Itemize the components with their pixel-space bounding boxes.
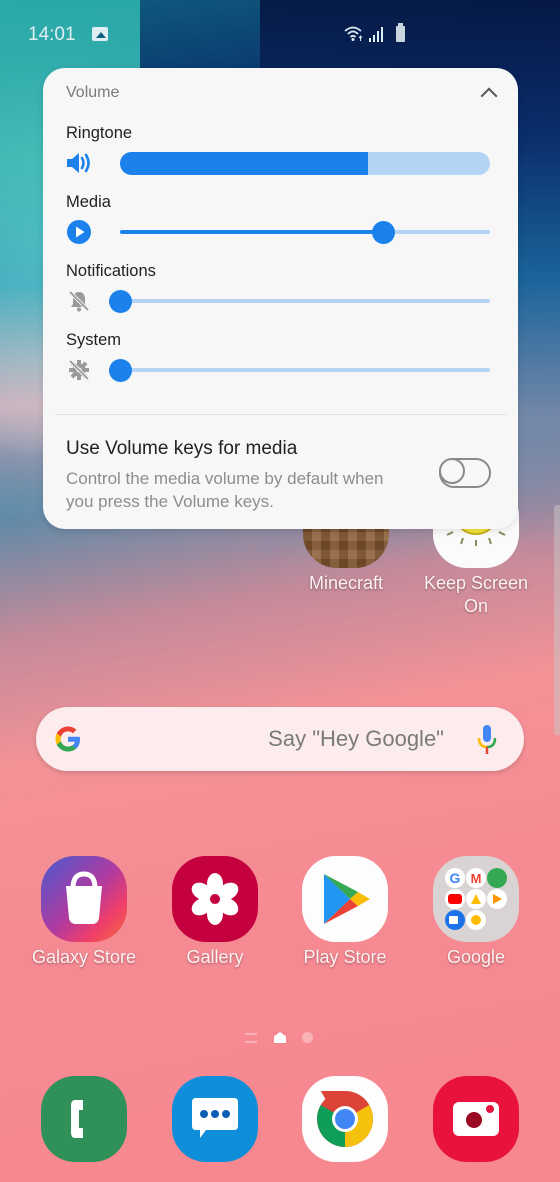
- image-notification-icon: [92, 27, 108, 41]
- play-circle-icon[interactable]: [65, 219, 93, 245]
- notifications-slider[interactable]: [109, 288, 490, 314]
- svg-text:G: G: [450, 870, 461, 886]
- home-page-icon[interactable]: [274, 1032, 286, 1043]
- volume-stream-system: System: [43, 331, 518, 397]
- status-bar: 14:01: [0, 0, 560, 70]
- slider-thumb[interactable]: [109, 359, 132, 382]
- volume-stream-media: Media: [43, 193, 518, 259]
- dock-camera[interactable]: [416, 1076, 536, 1162]
- stream-label: System: [66, 331, 122, 349]
- ringtone-slider[interactable]: [120, 150, 490, 176]
- volume-stream-ringtone: Ringtone: [43, 124, 518, 190]
- google-folder-icon: G M: [433, 856, 519, 942]
- edge-panel-handle[interactable]: [554, 505, 560, 735]
- volume-stream-notifications: Notifications: [43, 262, 518, 328]
- page-dot[interactable]: [302, 1032, 313, 1043]
- app-galaxy-store[interactable]: Galaxy Store: [24, 856, 144, 969]
- slider-track: [120, 299, 490, 303]
- microphone-icon[interactable]: [476, 723, 498, 757]
- app-gallery[interactable]: Gallery: [155, 856, 275, 969]
- battery-icon: [396, 23, 405, 42]
- slider-fill: [120, 230, 383, 234]
- volume-panel: Volume Ringtone Media Notifications Syst…: [43, 68, 518, 529]
- dock-messages[interactable]: [155, 1076, 275, 1162]
- divider: [55, 414, 506, 415]
- chevron-up-icon[interactable]: [474, 80, 504, 106]
- speaker-icon[interactable]: [65, 150, 93, 176]
- slider-thumb[interactable]: [109, 290, 132, 313]
- bell-muted-icon[interactable]: [65, 288, 93, 314]
- stream-label: Media: [66, 193, 111, 211]
- app-label: Minecraft: [308, 573, 384, 593]
- dock-phone[interactable]: [24, 1076, 144, 1162]
- slider-fill: [120, 152, 368, 175]
- stream-label: Notifications: [66, 262, 156, 280]
- page-indicator: [0, 1030, 560, 1046]
- app-play-store[interactable]: Play Store: [285, 856, 405, 969]
- system-slider[interactable]: [109, 357, 490, 383]
- dock-chrome[interactable]: [285, 1076, 405, 1162]
- app-google-folder[interactable]: G M Google: [416, 856, 536, 969]
- google-g-icon: [55, 726, 80, 752]
- wifi-icon: [344, 26, 363, 41]
- google-search-bar[interactable]: Say "Hey Google": [36, 707, 524, 771]
- app-label: Keep Screen On: [423, 573, 529, 616]
- app-label: Gallery: [186, 947, 244, 967]
- toggle-knob: [439, 458, 465, 484]
- slider-track: [120, 368, 490, 372]
- app-label: Galaxy Store: [31, 947, 137, 967]
- clock: 14:01: [28, 24, 76, 45]
- phone-icon: [41, 1076, 127, 1162]
- volume-keys-title: Use Volume keys for media: [66, 438, 298, 459]
- stream-label: Ringtone: [66, 124, 133, 142]
- slider-thumb[interactable]: [371, 221, 395, 244]
- gear-muted-icon[interactable]: [65, 357, 93, 383]
- search-placeholder: Say "Hey Google": [268, 726, 444, 751]
- volume-keys-toggle[interactable]: [439, 458, 491, 488]
- media-slider[interactable]: [120, 219, 490, 245]
- camera-icon: [433, 1076, 519, 1162]
- signal-icon: [369, 27, 383, 42]
- svg-text:M: M: [471, 871, 482, 886]
- play-store-icon: [302, 856, 388, 942]
- discover-page-icon[interactable]: [245, 1033, 257, 1043]
- app-label: Google: [446, 947, 506, 967]
- gallery-icon: [172, 856, 258, 942]
- messages-icon: [172, 1076, 258, 1162]
- galaxy-store-icon: [41, 856, 127, 942]
- chrome-icon: [302, 1076, 388, 1162]
- volume-panel-title: Volume: [66, 84, 120, 101]
- app-label: Play Store: [303, 947, 387, 967]
- volume-keys-description: Control the media volume by default when…: [66, 469, 384, 511]
